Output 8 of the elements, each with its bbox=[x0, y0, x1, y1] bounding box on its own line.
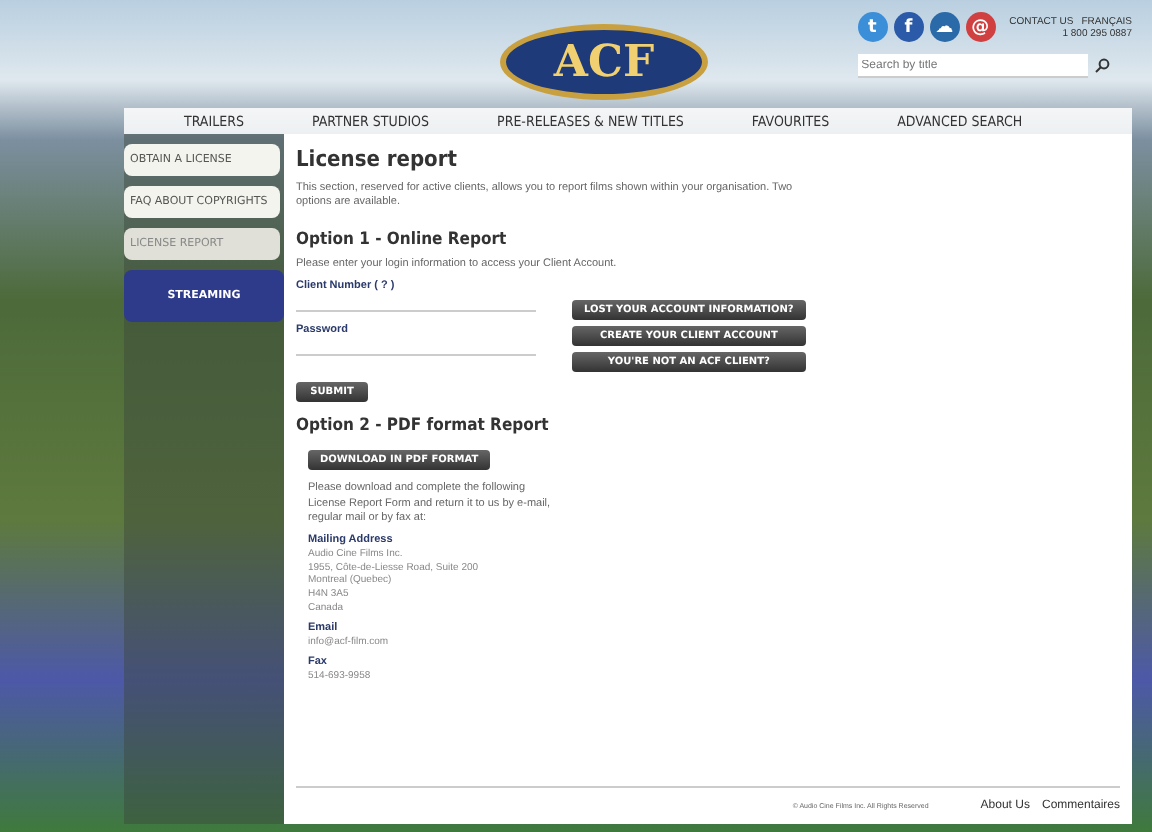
social-icon[interactable]: @ bbox=[965, 12, 996, 42]
social-icon[interactable]: f bbox=[893, 12, 924, 42]
section-heading: Option 1 - Online Report bbox=[296, 230, 509, 251]
social-icon[interactable]: ☁ bbox=[929, 12, 960, 42]
search-icon[interactable] bbox=[1093, 58, 1110, 74]
page-title: License report bbox=[296, 146, 459, 172]
section-heading: Option 2 - PDF format Report bbox=[296, 416, 551, 437]
acf-logo[interactable]: ACF bbox=[500, 24, 708, 100]
